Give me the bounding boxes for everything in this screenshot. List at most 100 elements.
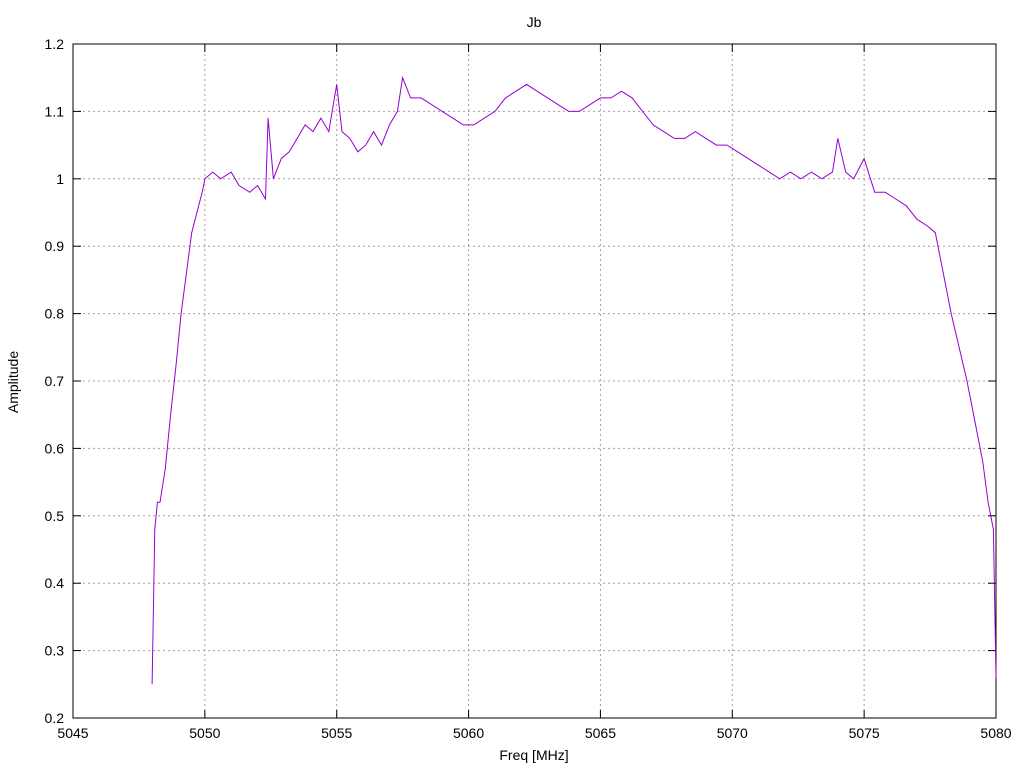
- data-point: [154, 529, 155, 530]
- grid: [73, 44, 996, 718]
- data-point: [320, 118, 321, 119]
- data-point: [705, 138, 706, 139]
- data-point: [845, 172, 846, 173]
- data-point: [663, 131, 664, 132]
- data-point: [800, 178, 801, 179]
- data-point: [727, 145, 728, 146]
- data-point: [268, 118, 269, 119]
- x-tick-label: 5055: [321, 725, 352, 741]
- data-point: [906, 205, 907, 206]
- data-point: [349, 138, 350, 139]
- data-point: [996, 677, 997, 678]
- y-tick-label: 1: [56, 171, 64, 187]
- data-point: [273, 178, 274, 179]
- data-point: [895, 199, 896, 200]
- data-point: [373, 131, 374, 132]
- data-point: [684, 138, 685, 139]
- y-axis-label: Amplitude: [5, 351, 21, 413]
- data-point: [943, 273, 944, 274]
- data-point: [993, 529, 994, 530]
- data-point: [452, 118, 453, 119]
- data-point: [526, 84, 527, 85]
- y-tick-label: 0.3: [45, 643, 65, 659]
- data-point: [402, 77, 403, 78]
- data-point: [196, 212, 197, 213]
- data-point: [716, 145, 717, 146]
- data-point: [927, 226, 928, 227]
- data-point: [632, 97, 633, 98]
- data-point: [832, 172, 833, 173]
- data-point: [239, 185, 240, 186]
- data-point: [579, 111, 580, 112]
- data-point: [289, 151, 290, 152]
- data-point: [186, 273, 187, 274]
- data-point: [737, 151, 738, 152]
- data-point: [874, 192, 875, 193]
- data-point: [484, 118, 485, 119]
- data-point: [916, 219, 917, 220]
- data-point: [357, 151, 358, 152]
- data-point: [389, 124, 390, 125]
- data-point: [170, 414, 171, 415]
- data-point: [410, 97, 411, 98]
- data-point: [152, 684, 153, 685]
- data-point: [165, 468, 166, 469]
- data-point: [431, 104, 432, 105]
- data-point: [181, 313, 182, 314]
- data-point: [365, 145, 366, 146]
- data-point: [974, 421, 975, 422]
- data-point: [769, 172, 770, 173]
- data-point: [982, 461, 983, 462]
- y-tick-label: 1.1: [45, 103, 65, 119]
- y-tick-label: 0.5: [45, 508, 65, 524]
- data-point: [297, 138, 298, 139]
- data-point: [547, 97, 548, 98]
- data-point: [336, 84, 337, 85]
- data-point: [558, 104, 559, 105]
- x-tick-label: 5065: [585, 725, 616, 741]
- data-point: [281, 158, 282, 159]
- data-point: [600, 97, 601, 98]
- x-tick-labels: 5045 5050 5055 5060 5065 5070 5075 5080: [57, 725, 1011, 741]
- y-tick-label: 0.9: [45, 238, 65, 254]
- data-point: [160, 502, 161, 503]
- data-point: [220, 178, 221, 179]
- data-point: [568, 111, 569, 112]
- x-tick-label: 5075: [849, 725, 880, 741]
- data-point: [935, 232, 936, 233]
- y-tick-label: 0.7: [45, 373, 65, 389]
- data-point: [212, 172, 213, 173]
- line-chart: 5045 5050 5055 5060 5065 5070 5075 5080 0.20.30…: [5, 14, 1012, 763]
- y-tick-label: 0.8: [45, 306, 65, 322]
- data-point: [988, 502, 989, 503]
- data-point: [516, 91, 517, 92]
- data-point: [837, 138, 838, 139]
- x-tick-label: 5045: [57, 725, 88, 741]
- data-point: [305, 124, 306, 125]
- y-tick-label: 0.2: [45, 710, 65, 726]
- data-point: [397, 111, 398, 112]
- data-point: [421, 97, 422, 98]
- data-point: [589, 104, 590, 105]
- x-tick-label: 5080: [980, 725, 1011, 741]
- x-tick-label: 5060: [453, 725, 484, 741]
- data-point: [442, 111, 443, 112]
- data-point: [748, 158, 749, 159]
- data-point: [790, 172, 791, 173]
- data-point: [473, 124, 474, 125]
- data-point: [959, 347, 960, 348]
- data-point: [231, 172, 232, 173]
- data-point: [853, 178, 854, 179]
- chart-container: 5045 5050 5055 5060 5065 5070 5075 5080 0.2 0.3 0…: [0, 0, 1024, 768]
- data-point: [821, 178, 822, 179]
- x-axis-label: Freq [MHz]: [499, 747, 568, 763]
- data-point: [204, 178, 205, 179]
- data-point: [191, 232, 192, 233]
- data-point: [695, 131, 696, 132]
- y-tick-label: 0.4: [45, 575, 65, 591]
- y-tick-label: 1.2: [45, 36, 65, 52]
- y-tick-label: 0.6: [45, 440, 65, 456]
- data-point: [885, 192, 886, 193]
- data-point: [328, 131, 329, 132]
- data-point: [342, 131, 343, 132]
